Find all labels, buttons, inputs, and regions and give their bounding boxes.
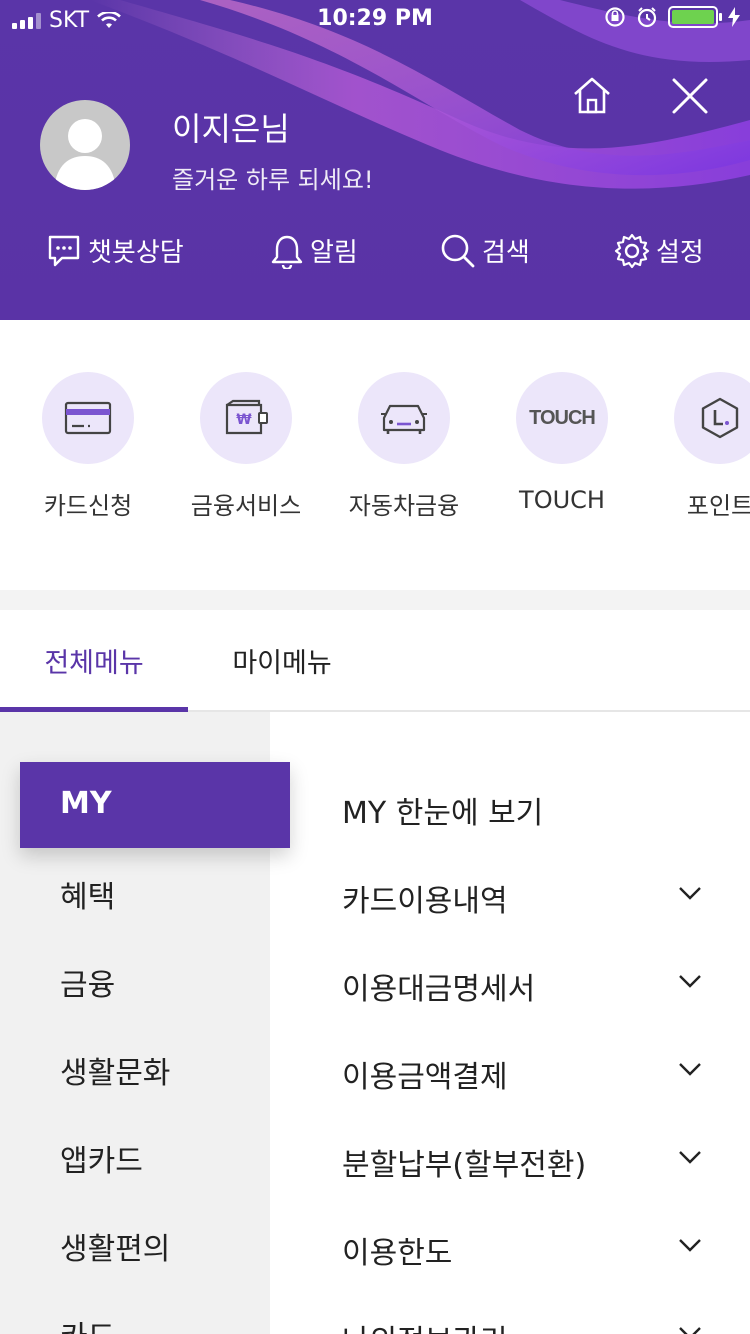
status-bar: SKT 10:29 PM (0, 0, 750, 40)
chatbot-label: 챗봇상담 (88, 238, 184, 268)
search-icon (441, 234, 475, 267)
avatar[interactable] (40, 100, 130, 190)
charging-icon (728, 7, 740, 27)
notification-button[interactable]: 알림 (270, 232, 358, 269)
submenu-card-usage[interactable]: 카드이용내역 (342, 864, 722, 924)
tab-my-menu[interactable]: 마이메뉴 (188, 610, 376, 710)
wallet-icon: ₩ (225, 399, 268, 435)
category-item-benefits[interactable]: 혜택 (60, 872, 115, 916)
tab-all-menu[interactable]: 전체메뉴 (0, 610, 188, 710)
home-icon[interactable] (570, 74, 614, 118)
submenu-label: 나의정보관리 (342, 1316, 508, 1334)
alarm-icon (637, 7, 657, 28)
submenu-label: MY 한눈에 보기 (342, 796, 544, 831)
bell-icon (271, 235, 303, 269)
chatbot-button[interactable]: 챗봇상담 (46, 232, 184, 269)
car-icon (381, 404, 427, 434)
rotation-lock-icon (605, 7, 625, 27)
chevron-down-icon (679, 975, 701, 988)
submenu-label: 이용한도 (342, 1236, 453, 1271)
tab-label: 전체메뉴 (44, 647, 144, 679)
submenu-installment[interactable]: 분할납부(할부전환) (342, 1128, 722, 1188)
service-touch[interactable]: TOUCH TOUCH (482, 372, 642, 514)
close-icon[interactable] (668, 74, 712, 118)
submenu-usage-limit[interactable]: 이용한도 (342, 1216, 722, 1276)
settings-button[interactable]: 설정 (614, 232, 704, 269)
service-car-finance[interactable]: 자동차금융 (324, 372, 484, 521)
user-silhouette-icon (54, 119, 116, 190)
category-item-convenience[interactable]: 생활편의 (60, 1224, 170, 1268)
chevron-down-icon (679, 1239, 701, 1252)
submenu-billing-statement[interactable]: 이용대금명세서 (342, 952, 722, 1012)
submenu-payment[interactable]: 이용금액결제 (342, 1040, 722, 1100)
settings-label: 설정 (656, 238, 704, 268)
service-label: 자동차금융 (348, 492, 460, 520)
service-label: 금융서비스 (190, 492, 302, 520)
category-item-appcard[interactable]: 앱카드 (60, 1136, 143, 1180)
card-icon (64, 401, 112, 435)
quick-actions: 챗봇상담 알림 검색 설정 (0, 232, 750, 282)
search-button[interactable]: 검색 (440, 232, 530, 269)
chevron-down-icon (679, 1063, 701, 1076)
point-icon (701, 397, 739, 439)
category-item-lifestyle[interactable]: 생활문화 (60, 1048, 170, 1092)
service-point[interactable]: 포인트 (640, 372, 750, 521)
service-label: TOUCH (519, 486, 605, 514)
service-label: 카드신청 (43, 492, 133, 520)
submenu-my-overview[interactable]: MY 한눈에 보기 (342, 776, 722, 836)
category-item-my[interactable]: MY (20, 762, 290, 848)
service-label: 포인트 (686, 492, 750, 520)
service-card-apply[interactable]: 카드신청 (8, 372, 168, 521)
gear-icon (614, 233, 650, 268)
submenu-label: 카드이용내역 (342, 884, 508, 919)
menu-tabs: 전체메뉴 마이메뉴 (0, 610, 750, 712)
battery-icon (668, 6, 722, 28)
notification-label: 알림 (310, 238, 358, 268)
touch-logo: TOUCH (529, 406, 596, 429)
service-shortcuts: 카드신청 ₩ 금융서비스 자동차금융 TOUCH TOUCH 포인트 (0, 320, 750, 590)
greeting-text: 즐거운 하루 되세요! (172, 166, 374, 194)
category-label: MY (60, 786, 112, 821)
submenu-my-info[interactable]: 나의정보관리 (342, 1304, 722, 1334)
submenu-label: 분할납부(할부전환) (342, 1148, 587, 1183)
section-divider (0, 590, 750, 610)
search-label: 검색 (482, 238, 530, 268)
submenu-label: 이용대금명세서 (342, 972, 536, 1007)
user-name: 이지은님 (172, 110, 290, 148)
category-item-finance[interactable]: 금융 (60, 960, 115, 1004)
chevron-down-icon (679, 887, 701, 900)
menu-header: SKT 10:29 PM 이지은님 즐거운 하루 되세요! 챗봇상담 알림 검색… (0, 0, 750, 320)
tab-label: 마이메뉴 (232, 647, 332, 679)
chevron-down-icon (679, 1327, 701, 1334)
category-item-card[interactable]: 카드 (60, 1312, 115, 1334)
submenu-label: 이용금액결제 (342, 1060, 508, 1095)
chatbot-icon (48, 235, 80, 266)
chevron-down-icon (679, 1151, 701, 1164)
service-finance[interactable]: ₩ 금융서비스 (166, 372, 326, 521)
svg-text:₩: ₩ (236, 412, 252, 428)
